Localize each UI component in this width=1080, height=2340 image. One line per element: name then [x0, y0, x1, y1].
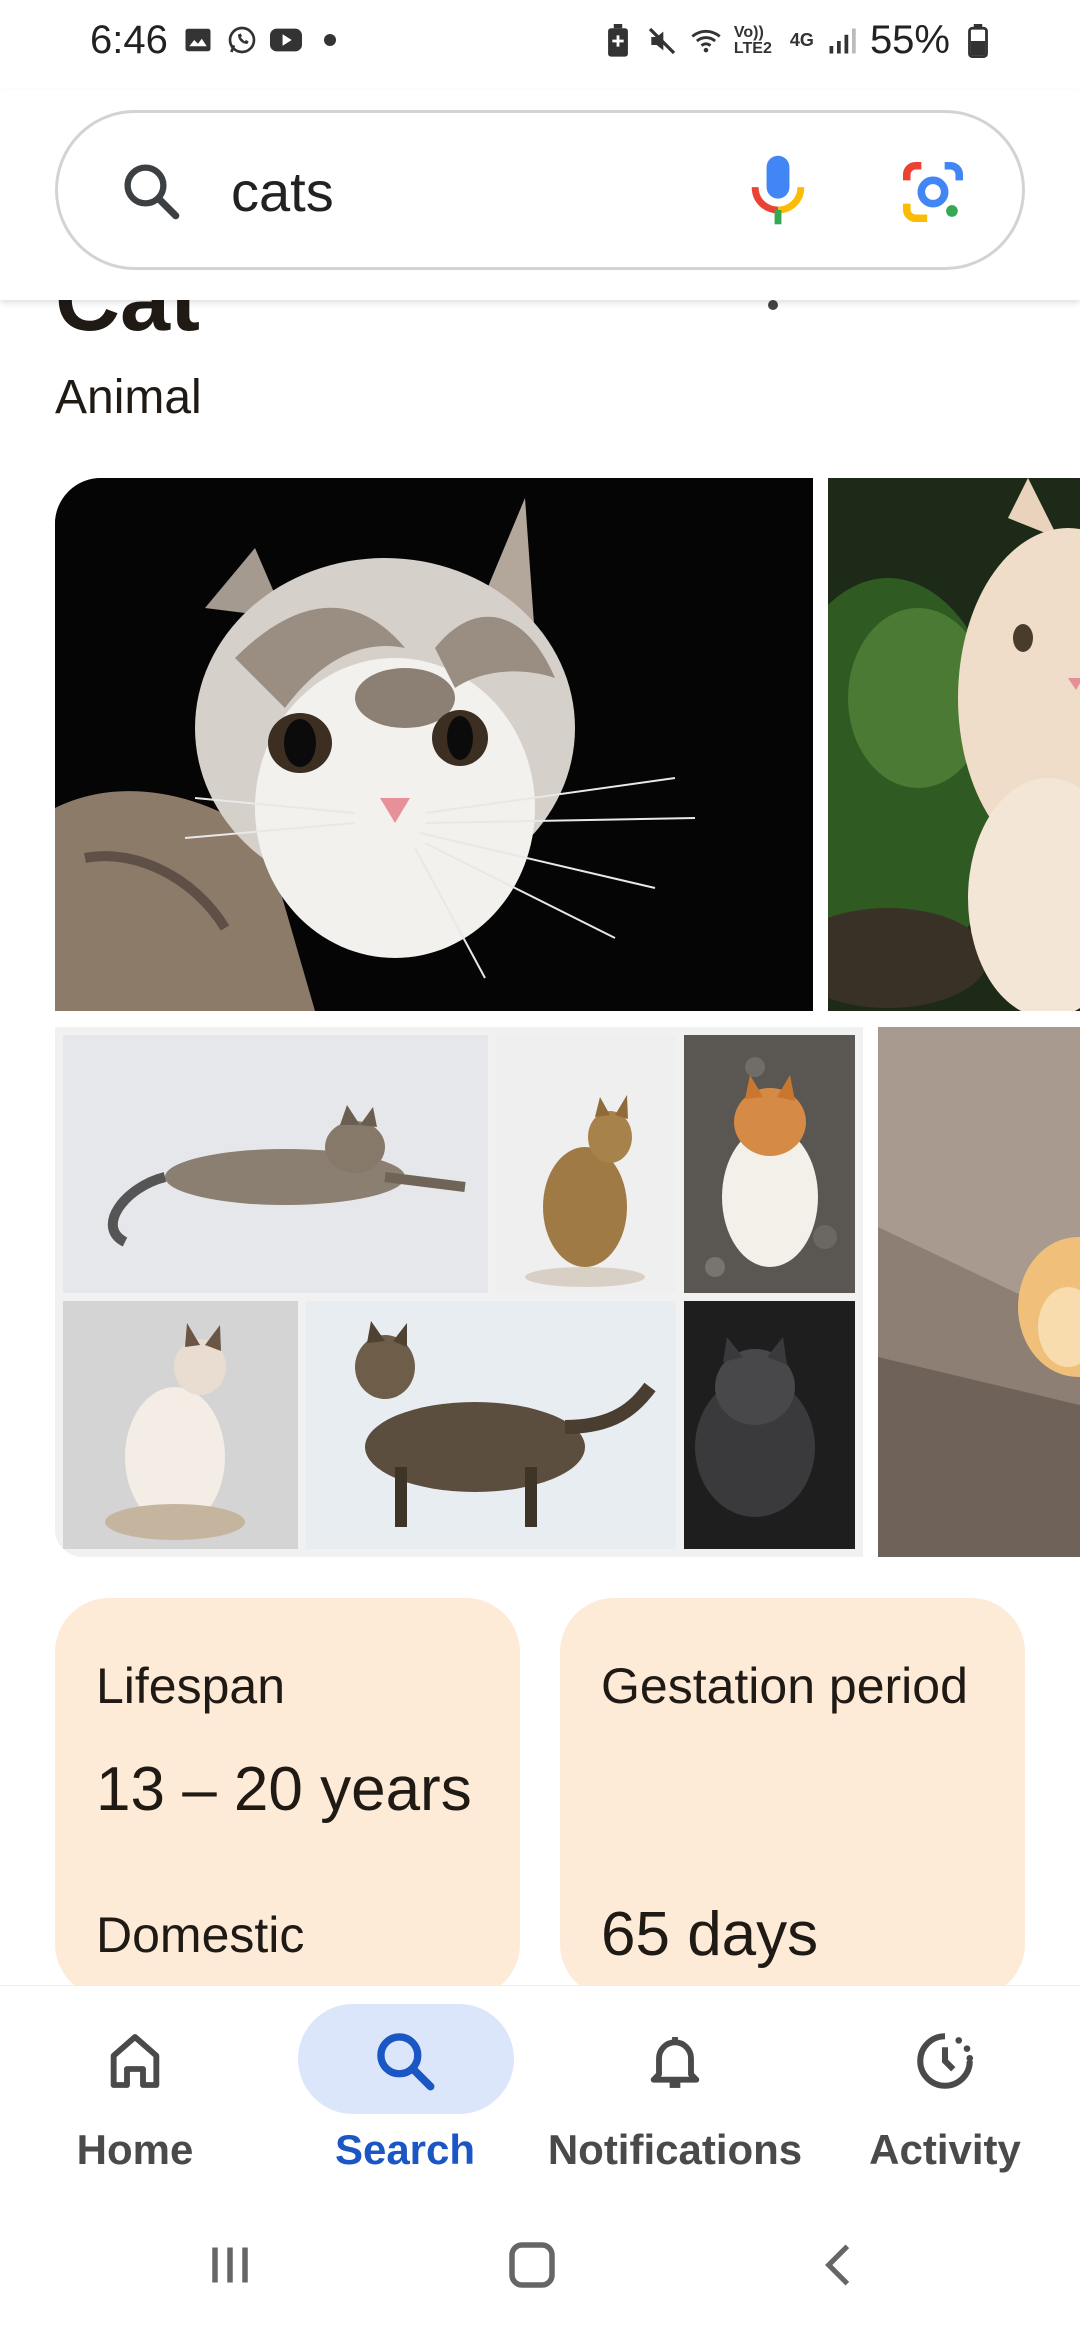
fact-card-lifespan[interactable]: Lifespan 13 – 20 years Domestic — [55, 1598, 520, 1998]
battery-icon — [962, 23, 994, 58]
bottom-navigation: Home Search Notifications Activity — [0, 1985, 1080, 2195]
wifi-icon — [690, 25, 722, 57]
search-icon — [370, 2026, 440, 2096]
volte-icon: Vo)) LTE2 — [733, 23, 772, 57]
nav-label: Notifications — [547, 2126, 803, 2173]
home-icon — [100, 2026, 170, 2096]
youtube-icon — [270, 24, 302, 56]
battery-percentage: 55% — [869, 18, 950, 62]
cat-image-4[interactable] — [878, 1027, 1080, 1557]
fact-value: 65 days — [601, 1900, 819, 1969]
fact-label: Lifespan — [96, 1658, 286, 1714]
fact-card-gestation[interactable]: Gestation period 65 days — [560, 1598, 1025, 1998]
whatsapp-icon — [226, 24, 258, 56]
gallery-icon — [182, 24, 214, 56]
fact-value: 13 – 20 years — [96, 1755, 472, 1824]
search-header: cats — [0, 90, 1080, 300]
nav-item-home[interactable]: Home — [0, 1986, 270, 2196]
home-button-icon[interactable] — [502, 2235, 562, 2300]
fact-label: Gestation period — [601, 1658, 968, 1714]
google-lens-icon[interactable] — [898, 157, 968, 232]
bell-icon — [640, 2026, 710, 2096]
nav-item-notifications[interactable]: Notifications — [540, 1986, 810, 2196]
recent-apps-icon[interactable] — [200, 2235, 260, 2300]
nav-label: Home — [76, 2126, 194, 2173]
cat-image-1[interactable] — [55, 478, 813, 1011]
4g-icon: 4G — [789, 30, 814, 50]
nav-label: Search — [334, 2126, 476, 2173]
battery-saver-icon — [602, 23, 634, 57]
back-icon[interactable] — [810, 2235, 866, 2300]
status-time: 6:46 — [90, 18, 168, 62]
status-left-icons — [182, 24, 346, 56]
search-box[interactable]: cats — [55, 110, 1025, 270]
search-icon[interactable] — [118, 158, 184, 229]
signal-icon — [826, 25, 858, 57]
dot-icon — [314, 24, 346, 56]
fact-sub: Domestic — [96, 1907, 305, 1963]
mute-icon — [646, 25, 678, 57]
entity-subtitle: Animal — [55, 371, 202, 424]
activity-icon — [910, 2026, 980, 2096]
cat-image-2[interactable] — [828, 478, 1080, 1011]
nav-item-activity[interactable]: Activity — [810, 1986, 1080, 2196]
status-right-icons: Vo)) LTE2 4G 55% — [602, 18, 994, 63]
system-navigation-bar — [0, 2195, 1080, 2340]
nav-item-search[interactable]: Search — [270, 1986, 540, 2196]
screen: 6:46 Vo)) LTE2 4G 55% cats Cat Animal Li… — [0, 0, 1080, 2340]
cat-breeds-collage[interactable] — [55, 1027, 863, 1557]
title-dot-icon — [768, 300, 778, 310]
mic-icon[interactable] — [743, 150, 813, 235]
nav-label: Activity — [869, 2126, 1021, 2173]
search-input[interactable]: cats — [231, 159, 334, 224]
status-bar: 6:46 Vo)) LTE2 4G 55% — [0, 0, 1080, 90]
